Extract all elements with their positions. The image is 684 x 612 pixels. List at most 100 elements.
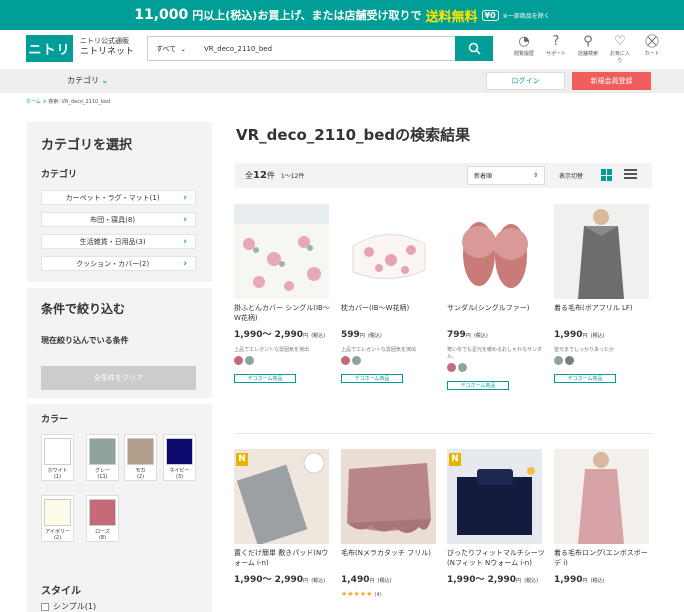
checkbox-box[interactable] — [41, 602, 49, 611]
header-icon-label: 店舗検索 — [577, 51, 598, 57]
product-description: 寒い冬でも足元を暖めるおしゃれなサンダル。 — [447, 347, 543, 360]
price-value: 799 — [447, 330, 466, 340]
product-price: 1,490円 (税込) — [341, 575, 440, 587]
count-prefix: 全 — [245, 171, 253, 180]
breadcrumb-home[interactable]: ホーム — [26, 99, 41, 105]
color-dot[interactable] — [234, 356, 243, 365]
search-scope-value: すべて — [156, 44, 177, 53]
product-card[interactable]: 着る毛布ロング(エンボスボーデ i) 1,990円 (税込) — [554, 449, 653, 587]
search-button[interactable] — [455, 35, 493, 61]
product-image[interactable] — [554, 449, 649, 544]
style-label: スタイル — [41, 586, 81, 597]
clear-all-button[interactable]: 全条件をクリア — [41, 366, 196, 390]
color-dot[interactable] — [458, 363, 467, 372]
support-link[interactable]: ? サポート — [544, 34, 568, 64]
favorite-link[interactable]: ♡ お気に入り — [608, 34, 632, 64]
product-image[interactable] — [447, 204, 542, 299]
sidebar-category-item[interactable]: カーペット・ラグ・マット(1) › — [41, 190, 196, 205]
product-name[interactable]: サンダル(シングルファー) — [447, 303, 546, 325]
product-name[interactable]: 着る毛布ロング(エンボスボーデ i) — [554, 548, 653, 570]
category-menu-button[interactable]: カテゴリ ⌄ — [67, 75, 108, 86]
color-dot[interactable] — [341, 356, 350, 365]
product-card[interactable]: 枕カバー(IB～W花柄) 599円 (税込) 上品でエレガントな雰囲気を演出 デコホー… — [341, 204, 440, 384]
logo-text[interactable]: ニトリ公式通販 ニトリネット — [80, 36, 134, 58]
price-value: 1,990～ 2,990 — [234, 330, 304, 340]
product-price: 1,990円 (税込) — [554, 575, 653, 587]
color-chip — [44, 438, 71, 465]
breadcrumb-separator: > — [42, 99, 47, 105]
cart-link[interactable]: ⛒ カート — [640, 34, 664, 64]
decohome-tag: デコホーム商品 — [447, 381, 509, 390]
product-name[interactable]: 掛ふとんカバー シングル(IB～W花柄) — [234, 303, 333, 325]
sidebar-category-item[interactable]: 布団・寝具(8) › — [41, 212, 196, 227]
banner-note: ※一部商品を除く — [502, 12, 550, 20]
color-swatch[interactable]: グレー (11) — [86, 434, 119, 481]
color-variants — [447, 363, 546, 372]
color-name: ホワイト — [47, 468, 68, 474]
free-shipping-banner[interactable]: 11,000 円以上(税込)お買上げ、または店舗受け取りで 送料無料 ¥0 ※一… — [0, 0, 684, 30]
search-bar: すべて ⌄ VR_deco_2110_bed — [147, 35, 493, 61]
product-card[interactable]: 掛ふとんカバー シングル(IB～W花柄) 1,990～ 2,990円 (税込) 上品… — [234, 204, 333, 384]
color-swatch[interactable]: ネイビー (3) — [163, 434, 196, 481]
color-swatch[interactable]: モカ (2) — [124, 434, 157, 481]
price-value: 1,990 — [554, 330, 583, 340]
display-toggle-label: 表示切替 — [559, 173, 584, 180]
color-name: グレー — [94, 468, 110, 474]
color-chip — [44, 499, 71, 526]
grid-view-icon[interactable] — [601, 169, 612, 181]
review-count: (4) — [374, 592, 382, 598]
color-label: カラー — [41, 415, 69, 425]
search-input[interactable]: VR_deco_2110_bed — [198, 45, 455, 53]
color-count: (2) — [136, 474, 145, 480]
search-scope-select[interactable]: すべて ⌄ — [148, 37, 198, 60]
product-image[interactable]: N — [234, 449, 329, 544]
header-icon-label: 閲覧履歴 — [513, 51, 534, 57]
product-name[interactable]: 着る毛布(ボアフリル LF) — [554, 303, 653, 325]
product-card[interactable]: N ぴったりフィットマルチシーツ(Nフィット Nウォーム i-n) 1,990～ 2… — [447, 449, 546, 587]
site-header: ニトリ ニトリ公式通販 ニトリネット すべて ⌄ VR_deco_2110_be… — [0, 30, 684, 70]
product-image[interactable] — [554, 204, 649, 299]
sidebar-category-item[interactable]: クッション・カバー(2) › — [41, 256, 196, 271]
color-swatch[interactable]: ホワイト (1) — [41, 434, 74, 481]
register-button[interactable]: 新規会員登録 — [572, 72, 651, 90]
login-button[interactable]: ログイン — [486, 72, 565, 90]
sidebar: カテゴリを選択 カテゴリ カーペット・ラグ・マット(1) › 布団・寝具(8) › … — [27, 122, 212, 612]
chevron-down-icon: ⌄ — [180, 44, 187, 53]
product-card[interactable]: サンダル(シングルファー) 799円 (税込) 寒い冬でも足元を暖めるおしゃれなサン… — [447, 204, 546, 391]
banner-highlight: 送料無料 — [425, 9, 478, 25]
product-name[interactable]: 毛布(Nメラカタッチ フリル) — [341, 548, 440, 570]
sort-select[interactable]: 新着順 ⇕ — [467, 166, 545, 185]
product-name[interactable]: ぴったりフィットマルチシーツ(Nフィット Nウォーム i-n) — [447, 548, 546, 570]
product-name[interactable]: 置くだけ簡単 敷きパッド(Nウォーム i-n) — [234, 548, 333, 570]
sort-value: 新着順 — [474, 173, 493, 180]
style-checkbox[interactable]: シンプル(1) — [41, 601, 96, 612]
product-card[interactable]: 毛布(Nメラカタッチ フリル) 1,490円 (税込) ★★★★★ (4) — [341, 449, 440, 598]
color-swatch[interactable]: ローズ (8) — [86, 495, 119, 542]
price-unit: 円 — [582, 578, 588, 584]
color-dot[interactable] — [554, 356, 563, 365]
color-variants — [341, 356, 440, 365]
product-card[interactable]: N 置くだけ簡単 敷きパッド(Nウォーム i-n) 1,990～ 2,990円 (税… — [234, 449, 333, 587]
store-link[interactable]: ⚲ 店舗検索 — [576, 34, 600, 64]
history-link[interactable]: ◔ 閲覧履歴 — [512, 34, 536, 64]
color-dot[interactable] — [352, 356, 361, 365]
color-swatch[interactable]: アイボリー (2) — [41, 495, 74, 542]
nitori-logo[interactable]: ニトリ — [26, 35, 73, 62]
product-image[interactable]: N — [447, 449, 542, 544]
nav-bar: カテゴリ ⌄ ログイン 新規会員登録 — [0, 69, 684, 93]
color-dot[interactable] — [565, 356, 574, 365]
list-view-icon[interactable] — [624, 169, 637, 181]
breadcrumb: ホーム > 検索: VR_deco_2110_bed — [26, 98, 110, 105]
price-value: 1,990～ 2,990 — [447, 575, 517, 585]
price-unit: 円 — [516, 578, 522, 584]
color-dot[interactable] — [447, 363, 456, 372]
product-image[interactable] — [341, 449, 436, 544]
product-card[interactable]: 着る毛布(ボアフリル LF) 1,990円 (税込) 首元までしっかりあったか デコホ… — [554, 204, 653, 384]
sidebar-category-item[interactable]: 生活雑貨・日用品(3) › — [41, 234, 196, 249]
product-image[interactable] — [234, 204, 329, 299]
history-icon: ◔ — [518, 34, 530, 49]
product-image[interactable] — [341, 204, 436, 299]
product-name[interactable]: 枕カバー(IB～W花柄) — [341, 303, 440, 325]
price-unit: 円 — [465, 333, 471, 339]
color-dot[interactable] — [245, 356, 254, 365]
